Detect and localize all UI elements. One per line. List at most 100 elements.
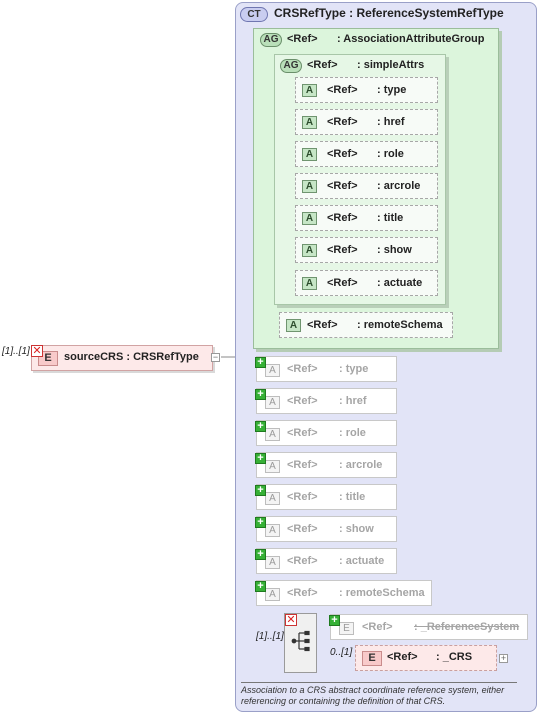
element-badge: E xyxy=(339,622,354,635)
attribute-ref: <Ref> xyxy=(327,116,358,128)
grey-attribute-title[interactable]: A <Ref> : title xyxy=(256,484,397,510)
expand-plus-icon[interactable]: + xyxy=(255,517,266,528)
crs-occurrence: 0..[1] xyxy=(330,647,353,658)
attribute-name: : type xyxy=(339,363,369,375)
attribute-badge: A xyxy=(302,212,317,225)
simple-attrs-name: : simpleAttrs xyxy=(357,59,425,71)
grey-attribute-role[interactable]: A <Ref> : role xyxy=(256,420,397,446)
element-name: : _CRS xyxy=(436,651,473,663)
attribute-ref: <Ref> xyxy=(327,244,358,256)
expand-plus-icon[interactable]: + xyxy=(255,357,266,368)
root-element-source-crs[interactable]: E sourceCRS : CRSRefType xyxy=(31,345,213,371)
simple-attrs-ref: <Ref> xyxy=(307,59,338,71)
attribute-show[interactable]: A <Ref> : show xyxy=(295,237,438,263)
attribute-ref: <Ref> xyxy=(287,523,318,535)
attribute-name: : actuate xyxy=(377,277,423,289)
attribute-name: : show xyxy=(339,523,374,535)
expand-plus-icon[interactable]: + xyxy=(255,453,266,464)
element-ref: <Ref> xyxy=(387,651,418,663)
annotation-text: Association to a CRS abstract coordinate… xyxy=(241,685,505,706)
association-group-ref: <Ref> xyxy=(287,33,318,45)
attribute-title[interactable]: A <Ref> : title xyxy=(295,205,438,231)
attribute-badge: A xyxy=(302,244,317,257)
attribute-name: : role xyxy=(377,148,404,160)
attribute-ref: <Ref> xyxy=(287,555,318,567)
attribute-remote-schema[interactable]: A <Ref> : remoteSchema xyxy=(279,312,453,338)
choice-icon xyxy=(291,630,310,652)
attribute-badge: A xyxy=(265,556,280,569)
attribute-name: : show xyxy=(377,244,412,256)
attribute-badge: A xyxy=(302,180,317,193)
grey-attribute-actuate[interactable]: A <Ref> : actuate xyxy=(256,548,397,574)
expand-plus-icon[interactable]: + xyxy=(255,389,266,400)
attribute-badge: A xyxy=(302,116,317,129)
attribute-badge: A xyxy=(286,319,301,332)
attribute-href[interactable]: A <Ref> : href xyxy=(295,109,438,135)
expand-plus-icon[interactable]: + xyxy=(255,421,266,432)
attribute-name: : arcrole xyxy=(377,180,421,192)
attribute-name: : type xyxy=(377,84,407,96)
element-ref: <Ref> xyxy=(362,621,393,633)
attribute-ref: <Ref> xyxy=(327,84,358,96)
attribute-actuate[interactable]: A <Ref> : actuate xyxy=(295,270,438,296)
attribute-name: : actuate xyxy=(339,555,385,567)
attribute-name: : title xyxy=(377,212,404,224)
root-occurrence: [1]..[1] xyxy=(2,346,30,357)
complex-type-badge: CT xyxy=(240,7,268,22)
attribute-name: : href xyxy=(339,395,367,407)
choice-occurrence: [1]..[1] xyxy=(256,631,284,642)
element-badge: E xyxy=(362,651,382,666)
attribute-group-badge: AG xyxy=(260,33,282,47)
attribute-badge: A xyxy=(302,84,317,97)
attribute-badge: A xyxy=(265,364,280,377)
attribute-badge: A xyxy=(302,277,317,290)
grey-attribute-type[interactable]: A <Ref> : type xyxy=(256,356,397,382)
expand-plus-icon[interactable]: + xyxy=(255,581,266,592)
attribute-ref: <Ref> xyxy=(327,148,358,160)
attribute-name: : role xyxy=(339,427,366,439)
element-reference-system[interactable]: E <Ref> : _ReferenceSystem xyxy=(330,614,528,640)
attribute-badge: A xyxy=(302,148,317,161)
abstract-x-icon: ✕ xyxy=(31,345,43,357)
attribute-ref: <Ref> xyxy=(327,180,358,192)
attribute-name: : remoteSchema xyxy=(339,587,425,599)
attribute-ref: <Ref> xyxy=(327,277,358,289)
expand-toggle-icon[interactable]: + xyxy=(499,654,508,663)
grey-attribute-show[interactable]: A <Ref> : show xyxy=(256,516,397,542)
element-crs[interactable]: E <Ref> : _CRS xyxy=(355,645,497,671)
attribute-badge: A xyxy=(265,460,280,473)
expand-plus-icon[interactable]: + xyxy=(255,549,266,560)
attribute-badge: A xyxy=(265,524,280,537)
attribute-arcrole[interactable]: A <Ref> : arcrole xyxy=(295,173,438,199)
grey-attribute-href[interactable]: A <Ref> : href xyxy=(256,388,397,414)
attribute-badge: A xyxy=(265,396,280,409)
abstract-x-icon: ✕ xyxy=(285,614,297,626)
attribute-ref: <Ref> xyxy=(307,319,338,331)
attribute-type[interactable]: A <Ref> : type xyxy=(295,77,438,103)
attribute-name: : href xyxy=(377,116,405,128)
attribute-role[interactable]: A <Ref> : role xyxy=(295,141,438,167)
element-name: : _ReferenceSystem xyxy=(414,621,520,633)
attribute-ref: <Ref> xyxy=(287,363,318,375)
expand-plus-icon[interactable]: + xyxy=(255,485,266,496)
annotation-divider xyxy=(241,682,517,683)
grey-attribute-arcrole[interactable]: A <Ref> : arcrole xyxy=(256,452,397,478)
attribute-ref: <Ref> xyxy=(287,491,318,503)
attribute-ref: <Ref> xyxy=(327,212,358,224)
attribute-ref: <Ref> xyxy=(287,395,318,407)
attribute-name: : title xyxy=(339,491,366,503)
expand-plus-icon[interactable]: + xyxy=(329,615,340,626)
collapse-toggle-icon[interactable]: − xyxy=(211,353,220,362)
complex-type-title: CRSRefType : ReferenceSystemRefType xyxy=(274,6,504,20)
attribute-name: : remoteSchema xyxy=(357,319,443,331)
grey-attribute-remote-schema[interactable]: A <Ref> : remoteSchema xyxy=(256,580,432,606)
attribute-ref: <Ref> xyxy=(287,427,318,439)
attribute-badge: A xyxy=(265,588,280,601)
attribute-ref: <Ref> xyxy=(287,587,318,599)
attribute-badge: A xyxy=(265,428,280,441)
root-element-label: sourceCRS : CRSRefType xyxy=(64,351,199,363)
association-group-name: : AssociationAttributeGroup xyxy=(337,33,485,45)
attribute-group-badge: AG xyxy=(280,59,302,73)
attribute-name: : arcrole xyxy=(339,459,383,471)
attribute-ref: <Ref> xyxy=(287,459,318,471)
